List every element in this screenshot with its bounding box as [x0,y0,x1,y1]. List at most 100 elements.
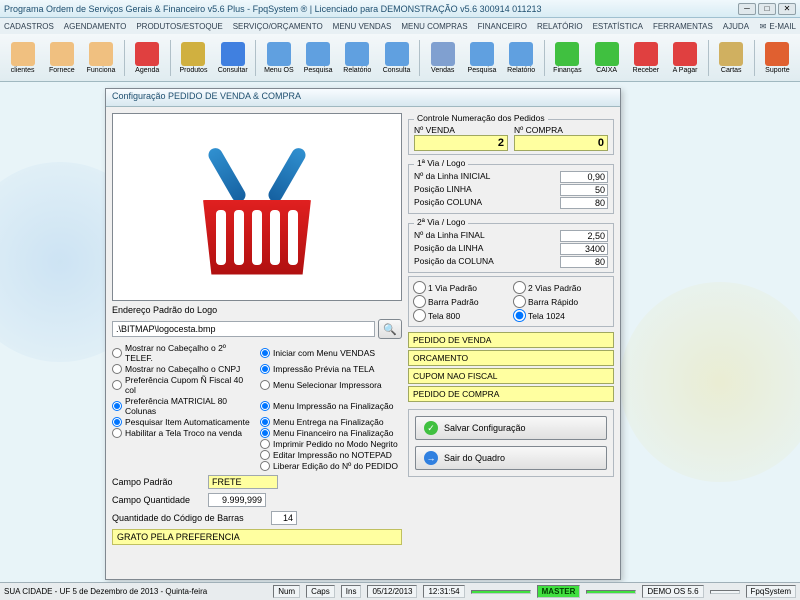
opt-right-2[interactable]: Menu Selecionar Impressora [260,375,402,395]
status-gap [710,590,740,594]
toolbar-suporte[interactable]: Suporte [759,36,796,80]
logo-path-label: Endereço Padrão do Logo [112,305,402,315]
opt-right-7[interactable]: Editar Impressão no NOTEPAD [260,450,402,460]
footer-msg-input[interactable]: GRATO PELA PREFERENCIA [112,529,402,545]
menu-compras[interactable]: MENU COMPRAS [401,22,467,31]
toolbar-vendas[interactable]: Vendas [424,36,461,80]
statusbar: SUA CIDADE - UF 5 de Dezembro de 2013 - … [0,582,800,600]
toolbar-menu os[interactable]: Menu OS [260,36,297,80]
n-compra-label: Nº COMPRA [514,125,608,135]
opt-right-6[interactable]: Imprimir Pedido no Modo Negrito [260,439,402,449]
menu-ajuda[interactable]: AJUDA [723,22,749,31]
opt-right-0[interactable]: Iniciar com Menu VENDAS [260,343,402,363]
opt-right-1[interactable]: Impressão Prévia na TELA [260,364,402,374]
toolbar-consultar[interactable]: Consultar [214,36,251,80]
status-master: MASTER [537,585,581,598]
via1-input-2[interactable] [560,197,608,209]
toolbar-a pagar[interactable]: A Pagar [666,36,703,80]
via1-input-0[interactable] [560,171,608,183]
logo-preview [112,113,402,301]
toolbar-produtos[interactable]: Produtos [175,36,212,80]
toolbar-finanças[interactable]: Finanças [549,36,586,80]
opt-left-4[interactable]: Pesquisar Item Automaticamente [112,417,254,427]
status-demo: DEMO OS 5.6 [642,585,703,598]
via2-row-0: Nº da Linha FINAL [414,230,608,242]
yellow-field-2[interactable]: CUPOM NAO FISCAL [408,368,614,384]
via2-input-0[interactable] [560,230,608,242]
status-date: 05/12/2013 [367,585,417,598]
opt-right-8[interactable]: Liberar Edição do Nº do PEDIDO [260,461,402,471]
cod-barras-input[interactable] [271,511,297,525]
toolbar-clientes[interactable]: clientes [4,36,41,80]
toolbar-pesquisa[interactable]: Pesquisa [463,36,500,80]
status-brand: FpqSystem [746,585,796,598]
opt-right-3[interactable]: Menu Impressão na Finalização [260,396,402,416]
menu-produtos[interactable]: PRODUTOS/ESTOQUE [136,22,222,31]
radio-5[interactable]: Tela 1024 [513,309,609,322]
toolbar-fornece[interactable]: Fornece [43,36,80,80]
cod-barras-label: Quantidade do Código de Barras [112,513,267,523]
menu-agendamento[interactable]: AGENDAMENTO [64,22,127,31]
toolbar-funciona[interactable]: Funciona [82,36,119,80]
status-time: 12:31:54 [423,585,464,598]
via2-input-1[interactable] [560,243,608,255]
toolbar-caixa[interactable]: CAIXA [588,36,625,80]
radio-2[interactable]: Barra Padrão [413,295,509,308]
browse-button[interactable]: 🔍 [378,319,402,339]
radio-3[interactable]: Barra Rápido [513,295,609,308]
yellow-field-0[interactable]: PEDIDO DE VENDA [408,332,614,348]
basket-icon [182,140,332,275]
toolbar-receber[interactable]: Receber [627,36,664,80]
opt-left-2[interactable]: Preferência Cupom Ñ Fiscal 40 col [112,375,254,395]
via1-row-1: Posição LINHA [414,184,608,196]
opt-right-5[interactable]: Menu Financeiro na Finalização [260,428,402,438]
bg-decoration [620,282,800,482]
toolbar-relatório[interactable]: Relatório [339,36,376,80]
yellow-field-3[interactable]: PEDIDO DE COMPRA [408,386,614,402]
via2-group: 2ª Via / Logo Nº da Linha FINALPosição d… [408,223,614,273]
toolbar-consulta[interactable]: Consulta [378,36,415,80]
via1-input-1[interactable] [560,184,608,196]
opt-left-1[interactable]: Mostrar no Cabeçalho o CNPJ [112,364,254,374]
radio-1[interactable]: 2 Vias Padrão [513,281,609,294]
toolbar: clientesForneceFuncionaAgendaProdutosCon… [0,34,800,82]
toolbar-relatório[interactable]: Relatório [503,36,540,80]
menubar: CADASTROS AGENDAMENTO PRODUTOS/ESTOQUE S… [0,18,800,34]
menu-ferramentas[interactable]: FERRAMENTAS [653,22,713,31]
status-city: SUA CIDADE - UF 5 de Dezembro de 2013 - … [4,587,267,596]
via1-row-0: Nº da Linha INICIAL [414,171,608,183]
campo-padrao-label: Campo Padrão [112,477,204,487]
radio-0[interactable]: 1 Via Padrão [413,281,509,294]
display-mode-radios: 1 Via Padrão 2 Vias Padrão Barra Padrão Bar… [408,276,614,327]
menu-servico[interactable]: SERVIÇO/ORÇAMENTO [233,22,323,31]
menu-relatorio[interactable]: RELATÓRIO [537,22,583,31]
options-grid: Mostrar no Cabeçalho o 2º TELEF. Iniciar … [112,343,402,471]
n-venda-input[interactable] [414,135,508,151]
menu-financeiro[interactable]: FINANCEIRO [478,22,527,31]
opt-right-4[interactable]: Menu Entrega na Finalização [260,417,402,427]
close-button[interactable]: ✕ [778,3,796,15]
via2-input-2[interactable] [560,256,608,268]
toolbar-cartas[interactable]: Cartas [713,36,750,80]
maximize-button[interactable]: □ [758,3,776,15]
menu-cadastros[interactable]: CADASTROS [4,22,54,31]
radio-4[interactable]: Tela 800 [413,309,509,322]
minimize-button[interactable]: ─ [738,3,756,15]
status-bar1 [471,590,531,594]
save-config-button[interactable]: ✓Salvar Configuração [415,416,607,440]
menu-vendas[interactable]: MENU VENDAS [333,22,392,31]
exit-button[interactable]: →Sair do Quadro [415,446,607,470]
toolbar-agenda[interactable]: Agenda [129,36,166,80]
opt-left-0[interactable]: Mostrar no Cabeçalho o 2º TELEF. [112,343,254,363]
n-compra-input[interactable] [514,135,608,151]
via1-row-2: Posição COLUNA [414,197,608,209]
toolbar-pesquisa[interactable]: Pesquisa [299,36,336,80]
opt-left-3[interactable]: Preferência MATRICIAL 80 Colunas [112,396,254,416]
logo-path-input[interactable] [112,321,375,337]
opt-left-5[interactable]: Habilitar a Tela Troco na venda [112,428,254,438]
campo-padrao-input[interactable] [208,475,278,489]
menu-email[interactable]: ✉ E-MAIL [760,22,796,31]
campo-qtd-input[interactable] [208,493,266,507]
menu-estatistica[interactable]: ESTATÍSTICA [593,22,643,31]
yellow-field-1[interactable]: ORCAMENTO [408,350,614,366]
